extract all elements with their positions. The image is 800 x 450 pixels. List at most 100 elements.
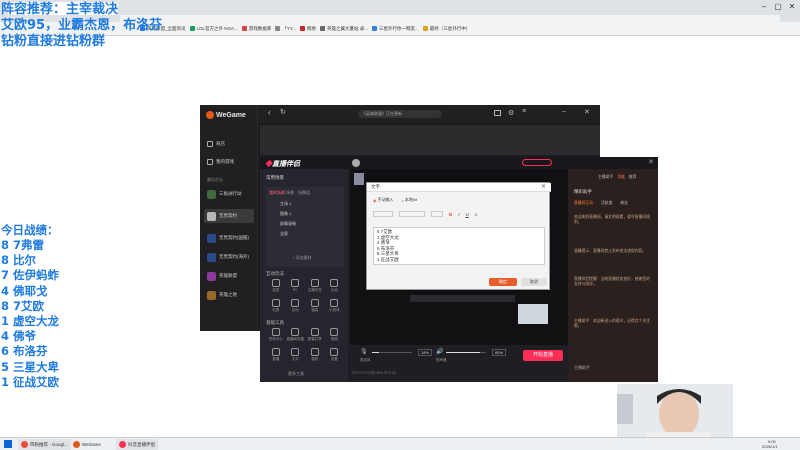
settings-icon[interactable]: ⚙ bbox=[508, 109, 514, 117]
minimize-icon[interactable]: – bbox=[562, 108, 566, 115]
start-live-button[interactable]: 开始直播 bbox=[523, 350, 563, 361]
radio-manual[interactable]: ◉ 手动输入 bbox=[373, 197, 394, 203]
scene-tab[interactable]: 我的场景 bbox=[269, 190, 285, 196]
game-item[interactable]: 三角洲行动 bbox=[204, 187, 254, 201]
font-select[interactable] bbox=[373, 211, 393, 217]
interact-item[interactable]: 互动 bbox=[325, 279, 345, 293]
scene-tab[interactable]: 场景 bbox=[286, 190, 294, 196]
font-size-select[interactable] bbox=[431, 211, 443, 217]
text-editor[interactable]: 6 7艾欧 1 虚空大龙 4 佛爷 6 布洛芬 5 三星大卑 1 征战艾欧 bbox=[373, 227, 545, 265]
tool-item[interactable]: 屏幕共享 bbox=[305, 328, 325, 342]
right-subtab[interactable]: 直播间互动 bbox=[574, 201, 593, 206]
interact-item[interactable]: 礼物 bbox=[266, 299, 286, 313]
nav-store[interactable]: 商店 bbox=[204, 137, 254, 151]
scene-item[interactable]: 主场 1 bbox=[280, 201, 291, 207]
scene-item[interactable]: 全屏 bbox=[280, 231, 288, 237]
tool-item[interactable]: 直播间设置 bbox=[286, 328, 306, 342]
tool-item[interactable]: 直播 bbox=[266, 348, 286, 362]
close-icon[interactable]: ✕ bbox=[648, 158, 654, 166]
tool-item[interactable]: 任务中心 bbox=[266, 328, 286, 342]
taskbar-item[interactable]: 抖音直播伴侣 bbox=[116, 439, 158, 450]
menu-icon[interactable]: ≡ bbox=[522, 108, 526, 115]
mic-slider[interactable] bbox=[372, 352, 412, 353]
radio-checked-icon: ◉ bbox=[373, 197, 377, 203]
game-icon bbox=[207, 290, 216, 300]
bookmark[interactable]: 最终（三星外行中） bbox=[422, 26, 470, 32]
tool-item[interactable]: 相机 bbox=[305, 348, 325, 362]
close-button[interactable]: ✕ bbox=[786, 2, 798, 12]
bookmark[interactable]: LOL官方之外 NGA... bbox=[189, 26, 238, 32]
bookmark[interactable]: 三星外行你一网友... bbox=[371, 26, 419, 32]
speaker-slider[interactable] bbox=[446, 352, 486, 353]
maximize-button[interactable]: ▢ bbox=[772, 2, 784, 12]
right-tab[interactable]: 推荐 bbox=[629, 175, 637, 180]
cancel-button[interactable]: 取消 bbox=[521, 278, 547, 286]
align-icon[interactable]: ≡ bbox=[475, 212, 478, 217]
more-tools-link[interactable]: 更多工具 bbox=[288, 371, 304, 377]
interact-item[interactable]: 连麦 bbox=[266, 279, 286, 293]
bookmark-icon bbox=[422, 26, 428, 31]
tool-item[interactable]: 文字 bbox=[286, 348, 306, 362]
games-icon bbox=[207, 159, 213, 165]
start-icon[interactable] bbox=[4, 440, 12, 448]
avatar[interactable] bbox=[352, 159, 360, 167]
record-title: 今日战绩： bbox=[1, 223, 59, 237]
scene-item[interactable]: 图像 1 bbox=[280, 211, 291, 217]
right-tab[interactable]: 功能 bbox=[617, 175, 625, 180]
tool-item[interactable]: 设置 bbox=[325, 348, 345, 362]
mic-icon[interactable]: 🎙 bbox=[360, 348, 368, 355]
scene-item[interactable]: 屏幕录制 bbox=[280, 221, 296, 227]
game-icon bbox=[330, 299, 339, 307]
bookmark[interactable]: 游戏数据库 bbox=[241, 26, 271, 32]
dialog-close-icon[interactable]: ✕ bbox=[541, 183, 546, 190]
clock-date: 2026/1/1 bbox=[762, 444, 778, 449]
game-item[interactable]: 英雄联盟 bbox=[204, 269, 254, 283]
speaker-label: 扬声器 bbox=[436, 358, 447, 362]
mic-value: 18% bbox=[418, 349, 433, 356]
live-status-badge[interactable] bbox=[522, 159, 552, 166]
address-bar[interactable] bbox=[120, 15, 780, 22]
refresh-icon[interactable]: ↻ bbox=[280, 108, 286, 116]
right-subtab[interactable]: 活跃度 bbox=[601, 201, 612, 206]
bookmark-icon bbox=[241, 26, 247, 31]
close-icon[interactable]: ✕ bbox=[584, 108, 590, 116]
record-item: 4 佛爷 bbox=[1, 329, 37, 344]
underline-icon[interactable]: U bbox=[466, 212, 469, 217]
taskbar-item[interactable]: WeGame bbox=[70, 439, 104, 450]
interact-item[interactable]: PK bbox=[286, 279, 306, 293]
speaker-icon[interactable]: 🔊 bbox=[436, 348, 443, 355]
font-family-select[interactable] bbox=[399, 211, 425, 217]
bold-icon[interactable]: B bbox=[449, 212, 452, 217]
interact-item[interactable]: 主播任务 bbox=[305, 279, 325, 293]
message-icon[interactable] bbox=[494, 110, 501, 116]
right-subtab[interactable]: 粉丝 bbox=[620, 201, 628, 206]
taskbar-item[interactable]: 阵粉推荐 - Googl... bbox=[18, 439, 71, 450]
back-icon[interactable]: ‹ bbox=[268, 108, 271, 117]
tool-item[interactable]: 视频 bbox=[325, 328, 345, 342]
game-item[interactable]: 英雄之地 bbox=[204, 288, 254, 302]
scene-dropdown[interactable]: 常用场景 bbox=[266, 175, 284, 181]
mic-slider-fill bbox=[372, 352, 380, 353]
search-input[interactable]: 《英雄联盟》正在更新 bbox=[358, 110, 442, 118]
interact-item[interactable]: 小游戏 bbox=[325, 299, 345, 313]
bookmark[interactable]: 「YY... bbox=[275, 26, 296, 32]
radio-local-txt[interactable]: ○ 本地txt bbox=[402, 197, 418, 203]
game-item[interactable]: 无畏契约 bbox=[204, 209, 254, 223]
interact-item[interactable]: 福袋 bbox=[305, 299, 325, 313]
right-tab[interactable]: 主播助手 bbox=[598, 175, 613, 180]
game-item[interactable]: 无畏契约(海外) bbox=[204, 250, 254, 264]
bookmark[interactable]: 英雄之翼大厦站 录... bbox=[319, 26, 368, 32]
taskbar: 阵粉推荐 - Googl... WeGame 抖音直播伴侣 9:00 2026/… bbox=[0, 437, 800, 450]
game-item[interactable]: 无畏契约(国服) bbox=[204, 231, 254, 245]
interact-item[interactable]: 互动 bbox=[286, 299, 306, 313]
scene-tab[interactable]: 场景组 bbox=[298, 190, 310, 196]
minimize-button[interactable]: – bbox=[758, 2, 770, 12]
bookmark[interactable]: 网易 bbox=[299, 26, 316, 32]
nav-my-games[interactable]: 我的游戏 bbox=[204, 155, 254, 169]
confirm-button[interactable]: 确定 bbox=[489, 278, 517, 286]
game-icon bbox=[207, 252, 216, 262]
right-title: 精彩助手 bbox=[574, 189, 592, 194]
wegame-icon bbox=[73, 441, 80, 448]
add-source-button[interactable]: + 添加素材 bbox=[292, 255, 311, 261]
italic-icon[interactable]: I bbox=[458, 212, 459, 217]
